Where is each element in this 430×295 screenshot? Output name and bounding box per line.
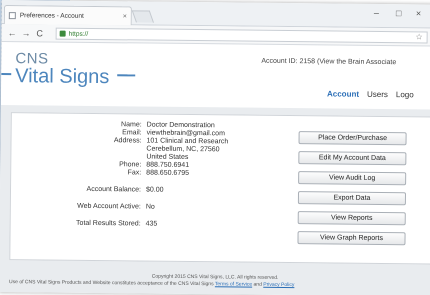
lock-icon: [59, 30, 66, 37]
tab-close-icon[interactable]: ×: [123, 13, 127, 20]
web-active-label: Web Account Active:: [77, 202, 141, 211]
action-buttons: Place Order/Purchase Edit My Account Dat…: [297, 131, 408, 246]
menu-item-account[interactable]: Account: [327, 89, 359, 98]
balance-label: Account Balance:: [86, 185, 142, 194]
view-reports-button[interactable]: View Reports: [297, 211, 406, 226]
back-icon[interactable]: ←: [8, 28, 17, 38]
url-text: https://: [68, 30, 89, 38]
maximize-icon[interactable]: □: [396, 8, 402, 18]
place-order-button[interactable]: Place Order/Purchase: [298, 131, 407, 146]
logo-bottom-text: Vital Signs: [15, 65, 110, 89]
account-id-text[interactable]: Account ID: 2158 (View the Brain Associa…: [261, 58, 396, 66]
and-text: and: [253, 281, 262, 288]
cns-vital-signs-logo[interactable]: CNS Vital Signs: [15, 50, 110, 89]
fax-label: Fax:: [127, 169, 142, 177]
account-info: Name: Doctor Demonstration Email: viewtheb…: [50, 121, 291, 231]
minimize-icon[interactable]: –: [374, 8, 379, 18]
balance-value: $0.00: [145, 186, 164, 194]
reload-icon[interactable]: C: [36, 28, 44, 38]
edit-account-button[interactable]: Edit My Account Data: [298, 151, 407, 166]
notice-text: Use of CNS Vital Signs Products and Webs…: [9, 279, 214, 288]
forward-icon[interactable]: →: [22, 28, 31, 38]
view-audit-log-button[interactable]: View Audit Log: [298, 171, 407, 186]
total-results-label: Total Results Stored:: [76, 219, 141, 228]
web-active-value: No: [145, 203, 155, 211]
fax-value: 888.650.6795: [146, 169, 190, 177]
menu-item-logo[interactable]: Logo: [396, 90, 414, 99]
menu-item-users[interactable]: Users: [367, 90, 388, 99]
address-bar[interactable]: https:// ☆: [55, 27, 428, 44]
tab-title: Preferences - Account: [19, 11, 84, 20]
bookmark-star-icon[interactable]: ☆: [415, 32, 422, 41]
site-header: CNS Vital Signs Account ID: 2158 (View t…: [0, 42, 430, 110]
privacy-policy-link[interactable]: Privacy Policy: [263, 282, 294, 288]
logo-line-right: [117, 74, 136, 77]
view-graph-reports-button[interactable]: View Graph Reports: [297, 231, 406, 246]
export-data-button[interactable]: Export Data: [297, 191, 407, 206]
total-results-value: 435: [145, 220, 158, 228]
terms-of-service-link[interactable]: Terms of Service: [215, 281, 252, 287]
browser-tab[interactable]: Preferences - Account ×: [3, 5, 132, 26]
new-tab-button[interactable]: [131, 10, 154, 23]
close-icon[interactable]: ×: [416, 8, 421, 18]
browser-window: Preferences - Account × – □ × ← → C http…: [0, 0, 430, 295]
logo-line-left: [1, 72, 12, 76]
main-menu: Account Users Logo: [327, 89, 414, 99]
page-icon: [8, 11, 16, 19]
